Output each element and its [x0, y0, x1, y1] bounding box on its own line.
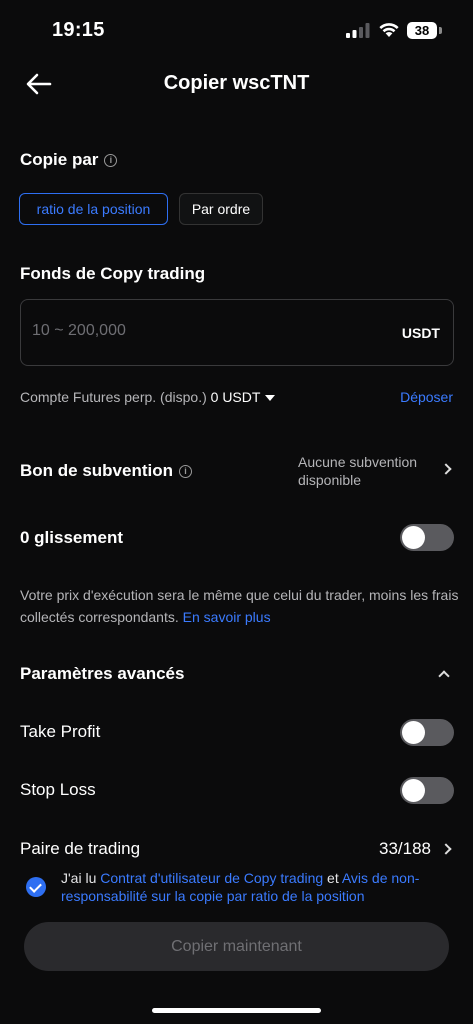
wifi-icon [379, 23, 399, 37]
copy-now-button[interactable]: Copier maintenant [24, 922, 449, 971]
caret-down-icon[interactable] [265, 395, 276, 401]
copy-by-heading: Copie par i [20, 150, 118, 170]
copy-by-order-option[interactable]: Par ordre [179, 193, 263, 225]
chevron-right-icon[interactable] [440, 843, 452, 855]
status-time: 19:15 [52, 19, 105, 41]
bottom-action-area: J'ai lu Contrat d'utilisateur de Copy tr… [0, 858, 473, 1024]
battery-tip [439, 27, 442, 34]
chevron-right-icon[interactable] [440, 463, 452, 475]
voucher-value[interactable]: Aucune subvention disponible [298, 453, 438, 489]
voucher-value-line1: Aucune subvention [298, 454, 418, 470]
agreement-text: J'ai lu Contrat d'utilisateur de Copy tr… [61, 869, 451, 905]
trading-pair-value[interactable]: 33/188 [379, 839, 431, 859]
agreement-middle: et [323, 870, 342, 886]
status-bar: 19:15 38 [0, 0, 473, 62]
funds-unit: USDT [401, 325, 440, 341]
stop-loss-label: Stop Loss [20, 780, 96, 799]
funds-amount-field[interactable]: USDT [20, 299, 454, 366]
advanced-settings-label: Paramètres avancés [20, 664, 185, 683]
chevron-up-icon[interactable] [438, 670, 450, 682]
voucher-value-line2: disponible [298, 472, 362, 488]
account-label: Compte Futures perp. (dispo.) [20, 389, 207, 405]
funds-label: Fonds de Copy trading [20, 264, 206, 283]
account-value: 0 USDT [210, 389, 261, 405]
info-icon[interactable]: i [104, 154, 118, 167]
copy-by-label: Copie par [20, 150, 99, 169]
slippage-label: 0 glissement [20, 528, 123, 547]
deposit-link[interactable]: Déposer [400, 389, 453, 405]
voucher-label: Bon de subvention [20, 461, 173, 480]
agreement-checkbox[interactable] [26, 877, 46, 897]
nav-bar: Copier wscTNT [0, 60, 473, 108]
stop-loss-toggle[interactable] [400, 777, 454, 804]
slippage-toggle[interactable] [400, 524, 454, 551]
user-agreement-link[interactable]: Contrat d'utilisateur de Copy trading [100, 870, 323, 886]
battery-icon: 38 [407, 22, 437, 39]
trading-pair-label[interactable]: Paire de trading [20, 839, 140, 859]
agreement-prefix: J'ai lu [61, 870, 101, 886]
learn-more-link[interactable]: En savoir plus [183, 609, 271, 625]
cellular-signal-icon [346, 23, 370, 38]
take-profit-label: Take Profit [20, 722, 101, 741]
home-indicator [152, 1008, 321, 1013]
funds-amount-input[interactable] [32, 322, 332, 340]
slippage-description: Votre prix d'exécution sera le même que … [20, 584, 460, 628]
copy-by-ratio-option[interactable]: ratio de la position [19, 193, 168, 225]
account-balance-line: Compte Futures perp. (dispo.) 0 USDT [20, 389, 276, 405]
take-profit-toggle[interactable] [400, 719, 454, 746]
page-title: Copier wscTNT [163, 72, 310, 94]
info-icon[interactable]: i [179, 465, 192, 478]
voucher-heading: Bon de subvention i [20, 461, 192, 481]
